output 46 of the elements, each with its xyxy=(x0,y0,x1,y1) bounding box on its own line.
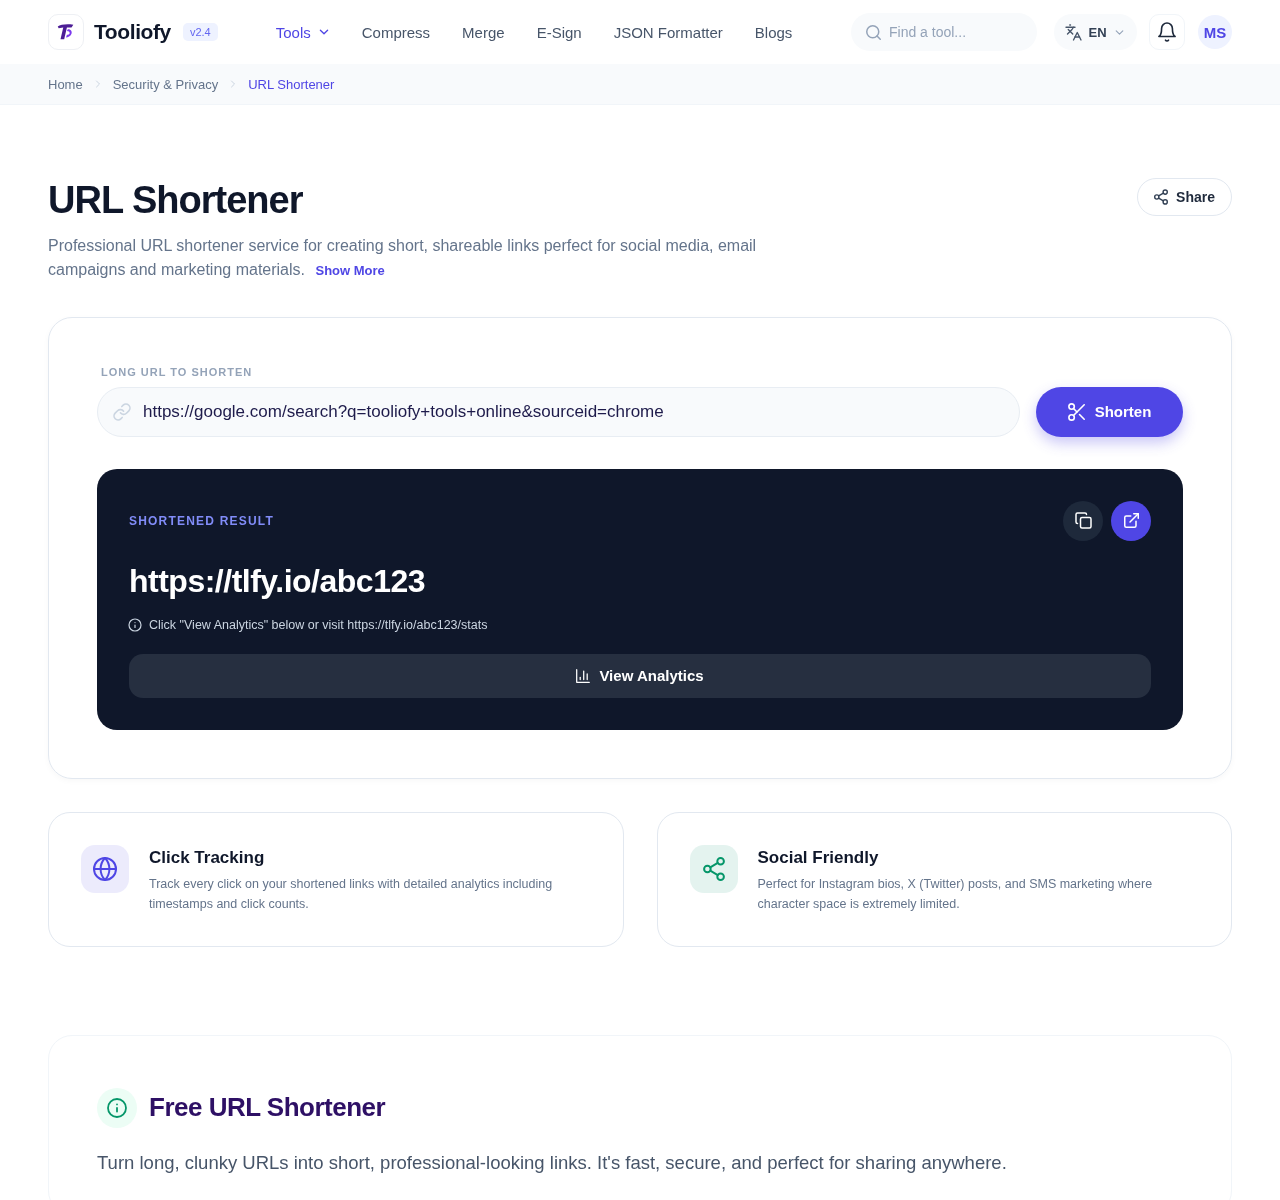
info-icon xyxy=(97,1087,137,1128)
link-icon xyxy=(114,403,130,420)
nav-link[interactable]: Merge xyxy=(462,23,505,41)
shorten-button[interactable]: Shorten xyxy=(1036,386,1183,437)
open-link-button[interactable] xyxy=(1111,500,1151,541)
feature-title: Click Tracking xyxy=(149,847,266,868)
search-field[interactable]: Find a tool... xyxy=(851,13,1037,51)
page-title: URL Shortener xyxy=(48,180,303,222)
brand-name: Tooliofy xyxy=(94,20,171,44)
translate-icon xyxy=(1066,24,1082,40)
copy-button[interactable] xyxy=(1063,500,1103,541)
notifications-button[interactable] xyxy=(1149,14,1185,50)
breadcrumb-link[interactable]: URL Shortener xyxy=(248,76,335,92)
feature-title: Social Friendly xyxy=(757,847,880,868)
user-avatar[interactable]: MS xyxy=(1198,15,1232,49)
short-url: https://tlfy.io/abc123 xyxy=(129,562,426,600)
bar-chart-icon xyxy=(576,668,591,683)
view-analytics-button[interactable]: View Analytics xyxy=(129,653,1151,698)
field-label: LONG URL TO SHORTEN xyxy=(101,365,254,378)
nav-link[interactable]: Compress xyxy=(361,23,431,41)
copy-icon xyxy=(1075,513,1091,529)
feature-description: Track every click on your shortened links with detailed analytics including timestamps and click counts. xyxy=(149,875,554,913)
language-selector[interactable]: EN xyxy=(1054,14,1137,50)
section-title: Free URL Shortener xyxy=(149,1092,386,1124)
show-more-link[interactable]: Show More xyxy=(315,262,385,278)
bell-icon xyxy=(1158,23,1176,41)
version-badge: v2.4 xyxy=(182,23,218,41)
page-description: Professional URL shortener service for creating short, shareable links perfect for social media, email campaigns and marketing materials. Show More xyxy=(48,235,758,280)
result-hint: Click "View Analytics" below or visit https://tlfy.io/abc123/stats xyxy=(149,617,488,632)
nav-link[interactable]: Tools xyxy=(275,23,330,41)
url-input[interactable]: https://google.com/search?q=tooliofy+tools+online&sourceid=chrome xyxy=(97,386,1020,437)
info-icon xyxy=(129,618,141,631)
logo-icon[interactable] xyxy=(48,14,84,50)
feature-description: Perfect for Instagram bios, X (Twitter) posts, and SMS marketing where character space is extremely limited. xyxy=(757,875,1154,913)
section-text: Turn long, clunky URLs into short, professional-looking links. It's fast, secure, and perfect for sharing anywhere. xyxy=(97,1151,1008,1174)
share-icon xyxy=(1154,190,1169,204)
scissors-icon xyxy=(1067,402,1086,421)
search-icon xyxy=(866,24,881,40)
nav-link[interactable]: Blogs xyxy=(754,23,793,41)
breadcrumb-link[interactable]: Security & Privacy xyxy=(112,76,219,92)
nav-link[interactable]: JSON Formatter xyxy=(613,23,723,41)
share-button[interactable]: Share xyxy=(1137,178,1232,216)
external-link-icon xyxy=(1123,513,1139,529)
result-label: SHORTENED RESULT xyxy=(129,513,274,528)
breadcrumb-link[interactable]: Home xyxy=(48,76,83,92)
nav-link[interactable]: E-Sign xyxy=(536,23,582,41)
